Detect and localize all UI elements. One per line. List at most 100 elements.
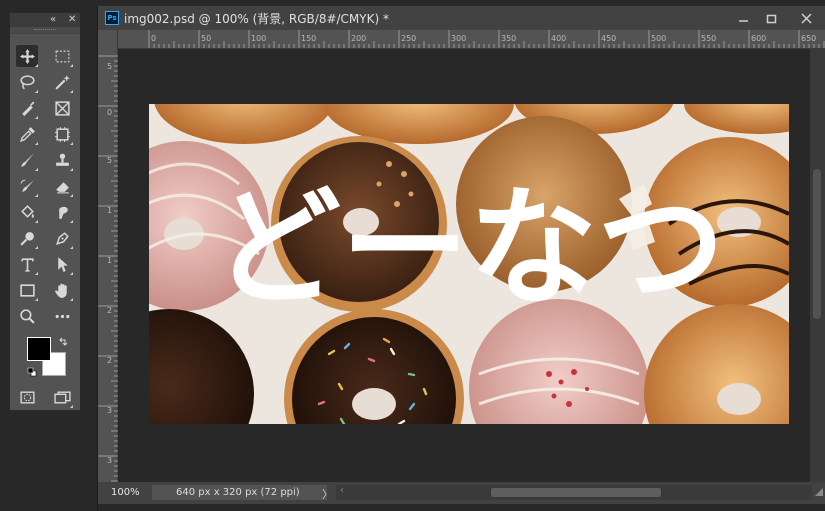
magnifier-icon	[19, 308, 35, 324]
collapse-panel-button[interactable]: «	[50, 13, 56, 27]
horizontal-ruler-ticks	[148, 30, 825, 48]
smudge-icon	[58, 206, 68, 219]
pen-tool-button[interactable]	[51, 227, 73, 249]
status-menu-arrow[interactable]: 〉	[322, 486, 333, 502]
magic-wand-icon	[54, 74, 70, 90]
history-brush-icon	[20, 179, 34, 192]
eraser-tool-button[interactable]	[51, 175, 73, 197]
swap-colors-icon[interactable]	[58, 337, 68, 347]
document-info-box[interactable]: 640 px x 320 px (72 ppi)	[152, 485, 327, 500]
ruler-v-label: 2	[107, 356, 113, 365]
history-brush-tool-button[interactable]	[16, 175, 38, 197]
rectangular-marquee-icon	[55, 50, 69, 62]
path-selection-tool-button[interactable]	[51, 253, 73, 275]
rectangle-shape-icon	[19, 283, 35, 297]
ruler-v-label: 1	[107, 256, 113, 265]
smudge-tool-button[interactable]	[51, 201, 73, 223]
resize-grip-icon[interactable]	[815, 488, 823, 496]
ruler-h-label: 600	[751, 34, 767, 43]
restore-icon	[766, 14, 776, 23]
eraser-icon	[55, 181, 69, 193]
move-icon	[19, 48, 35, 64]
ruler-v-label: 3	[107, 456, 113, 465]
ruler-h-label: 300	[451, 34, 467, 43]
ruler-h-label: 500	[651, 34, 667, 43]
more-tools-button[interactable]	[51, 305, 73, 327]
magic-wand-tool-button[interactable]	[51, 71, 73, 93]
ruler-h-label: 550	[701, 34, 717, 43]
ruler-h-label: 50	[201, 34, 212, 43]
clone-stamp-tool-button[interactable]	[51, 149, 73, 171]
horizontal-scrollbar[interactable]: ‹	[336, 485, 812, 500]
ruler-h-label: 150	[301, 34, 317, 43]
default-colors-icon[interactable]	[27, 367, 37, 377]
ruler-h-label: 650	[801, 34, 817, 43]
move-tool-button[interactable]	[16, 45, 38, 67]
ruler-v-label: 5	[107, 156, 113, 165]
ruler-origin[interactable]	[98, 30, 118, 48]
quick-mask-icon	[19, 390, 35, 404]
frame-tool-button[interactable]	[51, 97, 73, 119]
ruler-v-label: 1	[107, 206, 113, 215]
zoom-level-field[interactable]: 100%	[111, 487, 140, 498]
dodge-icon	[19, 231, 34, 246]
screen-mode-button[interactable]	[51, 386, 73, 408]
ruler-h-label: 0	[151, 34, 157, 43]
panel-grip[interactable]	[10, 27, 80, 34]
document-title: img002.psd @ 100% (背景, RGB/8#/CMYK) *	[124, 12, 389, 26]
paint-bucket-tool-button[interactable]	[16, 201, 38, 223]
hand-tool-button[interactable]	[51, 279, 73, 301]
dodge-tool-button[interactable]	[16, 227, 38, 249]
photoshop-app-icon: Ps	[105, 11, 119, 25]
paint-bucket-icon	[20, 204, 34, 218]
foreground-color-swatch[interactable]	[27, 337, 51, 361]
ruler-h-label: 250	[401, 34, 417, 43]
ellipsis-icon	[55, 314, 69, 318]
rectangle-tool-button[interactable]	[16, 279, 38, 301]
overlay-text: どーなつ	[213, 174, 725, 323]
marquee-tool-button[interactable]	[51, 45, 73, 67]
quick-mask-button[interactable]	[16, 386, 38, 408]
arrow-cursor-icon	[57, 256, 68, 272]
patch-icon	[54, 126, 70, 142]
horizontal-scroll-thumb[interactable]	[491, 488, 661, 497]
patch-tool-button[interactable]	[51, 123, 73, 145]
pen-slice-icon	[21, 101, 34, 116]
ruler-v-label: 3	[107, 406, 113, 415]
ruler-v-label: 2	[107, 306, 113, 315]
restore-button[interactable]	[760, 10, 782, 26]
tools-panel-header: « ✕	[10, 13, 80, 27]
close-button[interactable]	[795, 10, 817, 26]
frame-icon	[54, 100, 70, 116]
ruler-v-label: 5	[107, 62, 113, 71]
scroll-left-arrow[interactable]: ‹	[340, 485, 344, 496]
ruler-h-label: 100	[251, 34, 267, 43]
zoom-tool-button[interactable]	[16, 305, 38, 327]
donut-photo: どーなつ	[149, 104, 789, 424]
document-info: 640 px x 320 px (72 ppi)	[176, 487, 300, 498]
brush-tool-button[interactable]	[16, 149, 38, 171]
vertical-scrollbar[interactable]	[810, 49, 825, 482]
vertical-scroll-thumb[interactable]	[813, 169, 821, 319]
minimize-button[interactable]	[732, 10, 754, 26]
vertical-ruler[interactable]: 5 0 5 1 1 2 2 3 3	[98, 48, 118, 482]
document-image[interactable]: どーなつ	[149, 104, 789, 424]
slice-tool-button[interactable]	[16, 97, 38, 119]
ruler-h-label: 200	[351, 34, 367, 43]
type-tool-button[interactable]	[16, 253, 38, 275]
lasso-icon	[19, 74, 35, 89]
lasso-tool-button[interactable]	[16, 71, 38, 93]
close-icon	[800, 12, 812, 24]
brush-icon	[20, 152, 34, 167]
type-icon	[20, 257, 34, 272]
eyedropper-icon	[19, 126, 35, 142]
ruler-h-label: 450	[601, 34, 617, 43]
document-tab[interactable]: Ps img002.psd @ 100% (背景, RGB/8#/CMYK) *	[98, 6, 825, 30]
stamp-icon	[55, 153, 69, 166]
eyedropper-tool-button[interactable]	[16, 123, 38, 145]
ruler-h-label: 400	[551, 34, 567, 43]
close-panel-button[interactable]: ✕	[68, 13, 76, 27]
ruler-h-label: 350	[501, 34, 517, 43]
horizontal-ruler[interactable]: 0 50 100 150 200 250 300 350 400 450 500…	[118, 30, 825, 49]
hand-icon	[54, 283, 67, 298]
